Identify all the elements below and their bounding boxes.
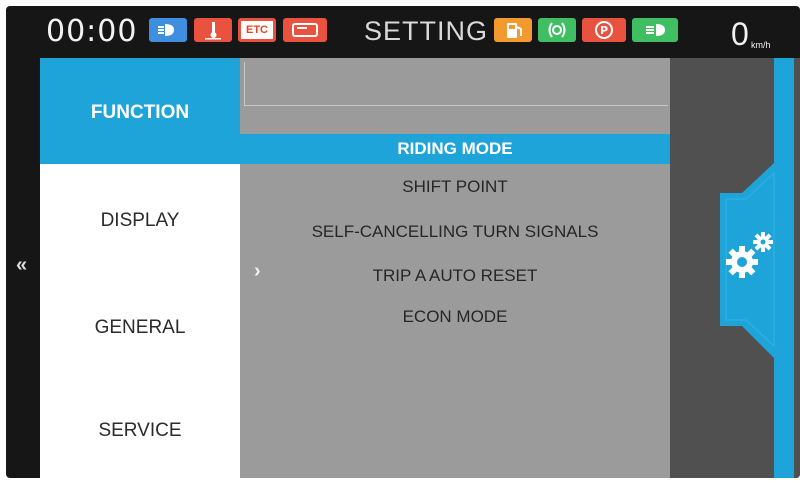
sidebar-item-service[interactable]: SERVICE <box>40 376 240 478</box>
sidebar-item-label: GENERAL <box>94 317 186 338</box>
etc-indicator: ETC <box>238 18 276 42</box>
back-arrow-icon[interactable]: « <box>16 254 27 277</box>
svg-text:P: P <box>600 24 608 37</box>
list-item-turn-signals[interactable]: SELF-CANCELLING TURN SIGNALS <box>240 217 670 247</box>
settings-side-panel <box>670 58 800 478</box>
abs-indicator-icon <box>538 18 576 42</box>
screen-title: SETTING <box>364 16 489 46</box>
clock: 00:00 <box>46 14 138 49</box>
headlight-indicator-icon <box>149 18 187 42</box>
forward-chevron-icon[interactable]: › <box>254 260 261 283</box>
status-bar: 00:00 ETC SETTING P 0 km/h <box>6 6 800 58</box>
sidebar-item-function[interactable]: FUNCTION <box>40 58 240 164</box>
list-item-shift-point[interactable]: SHIFT POINT <box>240 172 670 202</box>
etc-card-icon <box>283 18 327 42</box>
sidebar-item-label: SERVICE <box>98 420 182 441</box>
dashboard-screen: 00:00 ETC SETTING P 0 km/h « FUNCTION DI… <box>6 6 800 478</box>
sidebar-item-general[interactable]: GENERAL <box>40 270 240 376</box>
sidebar-item-label: DISPLAY <box>100 210 180 231</box>
coolant-temperature-icon <box>194 18 232 42</box>
scroll-indicator <box>244 62 668 106</box>
sidebar-item-display[interactable]: DISPLAY <box>40 164 240 270</box>
parking-brake-icon: P <box>582 18 626 42</box>
fuel-warning-icon <box>494 18 532 42</box>
gears-icon <box>726 232 773 278</box>
sidebar-item-label: FUNCTION <box>90 102 190 123</box>
speed-readout: 0 <box>731 16 749 52</box>
list-item-riding-mode[interactable]: RIDING MODE <box>240 134 670 164</box>
list-item-trip-a-auto-reset[interactable]: TRIP A AUTO RESET <box>240 261 670 291</box>
high-beam-indicator-icon <box>632 18 678 42</box>
settings-list: RIDING MODE SHIFT POINT SELF-CANCELLING … <box>240 58 670 478</box>
speed-unit: km/h <box>751 40 771 50</box>
list-item-econ-mode[interactable]: ECON MODE <box>240 302 670 332</box>
category-sidebar: FUNCTION DISPLAY GENERAL SERVICE <box>40 58 240 478</box>
